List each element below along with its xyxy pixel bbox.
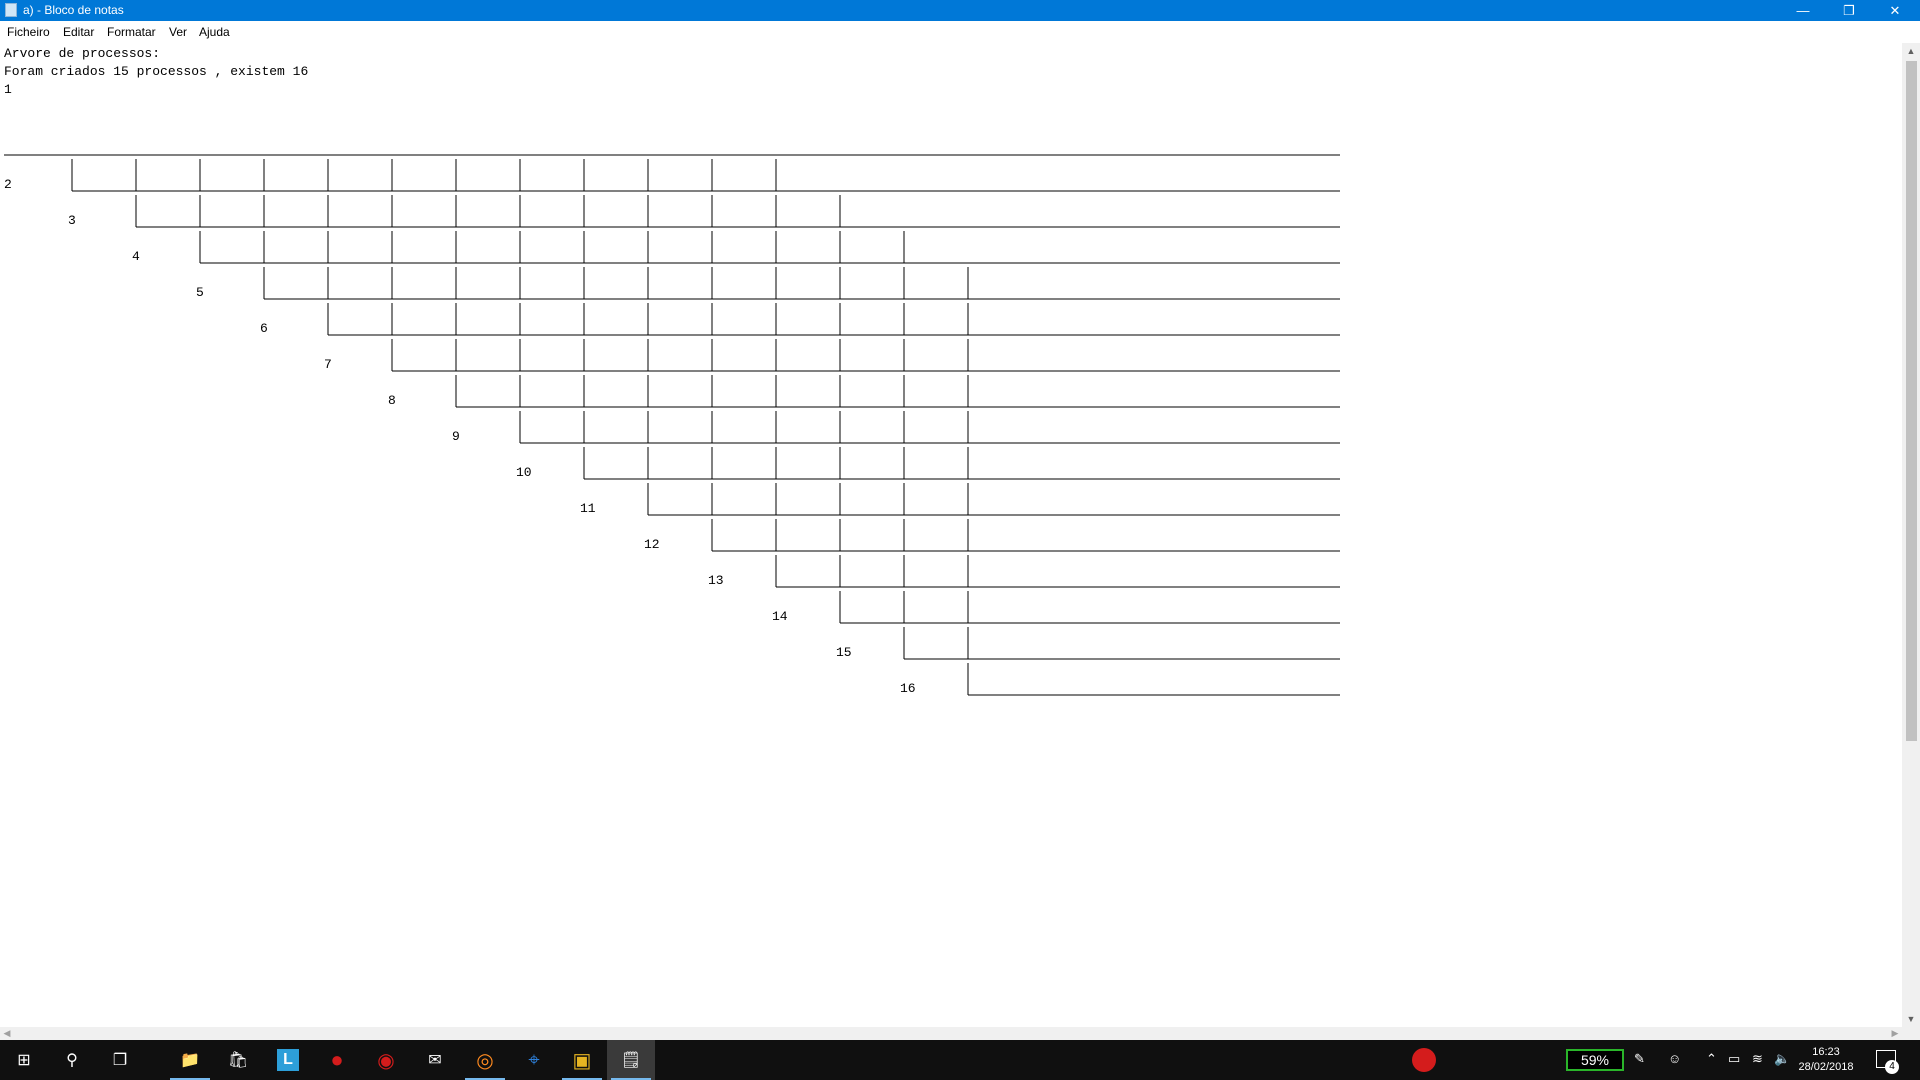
taskbar-red-app-2[interactable]: ◉	[362, 1040, 410, 1080]
tree-node-label: 15	[836, 645, 852, 660]
tree-node-label: 7	[324, 357, 332, 372]
tree-node-label: 16	[900, 681, 916, 696]
window-title: a) - Bloco de notas	[23, 3, 124, 17]
start-button[interactable]: ⊞	[0, 1040, 48, 1080]
people-icon[interactable]: ☺	[1668, 1051, 1681, 1066]
vertical-scrollbar[interactable]: ▲ ▼	[1902, 43, 1920, 1027]
search-icon: ⚲	[66, 1052, 78, 1069]
tree-node-label: 4	[132, 249, 140, 264]
title-bar: a) - Bloco de notas — ❐ ✕	[0, 0, 1920, 21]
store-icon: 🛍	[227, 1052, 249, 1069]
tree-node-label: 8	[388, 393, 396, 408]
start-icon: ⊞	[17, 1052, 31, 1069]
notification-badge: 4	[1885, 1060, 1899, 1074]
wifi-icon[interactable]: ≋	[1752, 1051, 1763, 1067]
taskbar-maps[interactable]: ⌖	[510, 1040, 558, 1080]
scroll-right-icon[interactable]: ▶	[1888, 1027, 1902, 1040]
menu-ficheiro[interactable]: Ficheiro	[7, 25, 50, 39]
tree-node-label: 5	[196, 285, 204, 300]
tree-node-label: 2	[4, 177, 12, 192]
yellow-app-icon: ▣	[572, 1049, 592, 1072]
menu-editar[interactable]: Editar	[63, 25, 94, 39]
clock[interactable]: 16:23 28/02/2018	[1796, 1045, 1856, 1075]
red-app2-icon: ◉	[377, 1049, 395, 1072]
volume-mute-icon[interactable]: 🔈	[1774, 1051, 1790, 1067]
taskbar-red-app[interactable]: ●	[313, 1040, 361, 1080]
taskbar-l-app[interactable]: L	[264, 1040, 312, 1080]
tree-node-label: 6	[260, 321, 268, 336]
red-app-icon: ●	[330, 1047, 344, 1072]
minimize-button[interactable]: —	[1780, 0, 1826, 21]
search-button[interactable]: ⚲	[48, 1040, 96, 1080]
scroll-left-icon[interactable]: ◀	[0, 1027, 14, 1040]
horizontal-scrollbar[interactable]: ◀ ▶	[0, 1027, 1902, 1040]
firefox-icon: ◎	[476, 1049, 494, 1072]
notepad-icon	[5, 3, 17, 17]
tree-node-label: 11	[580, 501, 596, 516]
taskbar-store[interactable]: 🛍	[214, 1040, 262, 1080]
taskbar-notepad[interactable]: 🗒	[607, 1040, 655, 1080]
tray-red-app-icon[interactable]	[1412, 1048, 1436, 1072]
menu-ajuda[interactable]: Ajuda	[199, 25, 230, 39]
taskbar-file-explorer[interactable]: 📁	[166, 1040, 214, 1080]
tree-node-label: 9	[452, 429, 460, 444]
text-editor[interactable]: Arvore de processos: Foram criados 15 pr…	[0, 43, 1902, 1027]
clock-date: 28/02/2018	[1798, 1061, 1854, 1073]
tree-node-label: 10	[516, 465, 532, 480]
tree-node-label: 14	[772, 609, 788, 624]
tree-node-label: 3	[68, 213, 76, 228]
scrollbar-thumb[interactable]	[1906, 61, 1917, 741]
taskbar: ⊞ ⚲ ❐ 📁 🛍 L ● ◉ ✉ ◎ ⌖ ▣ 🗒 59% ✎ ☺ ⌃ ▭ ≋ …	[0, 1040, 1920, 1080]
menu-formatar[interactable]: Formatar	[107, 25, 156, 39]
scrollbar-corner	[1902, 1027, 1920, 1040]
task-view-icon: ❐	[112, 1052, 128, 1069]
tree-node-label: 13	[708, 573, 724, 588]
scroll-up-icon[interactable]: ▲	[1902, 43, 1920, 59]
menu-ver[interactable]: Ver	[169, 25, 187, 39]
power-icon[interactable]: ▭	[1728, 1051, 1740, 1067]
tree-node-label: 12	[644, 537, 660, 552]
close-button[interactable]: ✕	[1872, 0, 1918, 21]
taskbar-mail[interactable]: ✉	[411, 1040, 459, 1080]
file-explorer-icon: 📁	[180, 1052, 200, 1069]
clock-time: 16:23	[1812, 1046, 1840, 1058]
battery-indicator[interactable]: 59%	[1566, 1049, 1624, 1071]
l-app-icon: L	[277, 1049, 299, 1071]
scroll-down-icon[interactable]: ▼	[1902, 1011, 1920, 1027]
chevron-up-icon[interactable]: ⌃	[1706, 1051, 1717, 1067]
process-tree	[4, 154, 1340, 696]
notepad-icon: 🗒	[620, 1052, 642, 1069]
pen-icon[interactable]: ✎	[1634, 1051, 1645, 1067]
mail-icon: ✉	[428, 1052, 442, 1069]
restore-button[interactable]: ❐	[1826, 0, 1872, 21]
maps-icon: ⌖	[528, 1048, 540, 1071]
taskbar-yellow-app[interactable]: ▣	[558, 1040, 606, 1080]
task-view-button[interactable]: ❐	[96, 1040, 144, 1080]
taskbar-firefox[interactable]: ◎	[461, 1040, 509, 1080]
menu-bar: Ficheiro Editar Formatar Ver Ajuda	[0, 21, 1920, 43]
